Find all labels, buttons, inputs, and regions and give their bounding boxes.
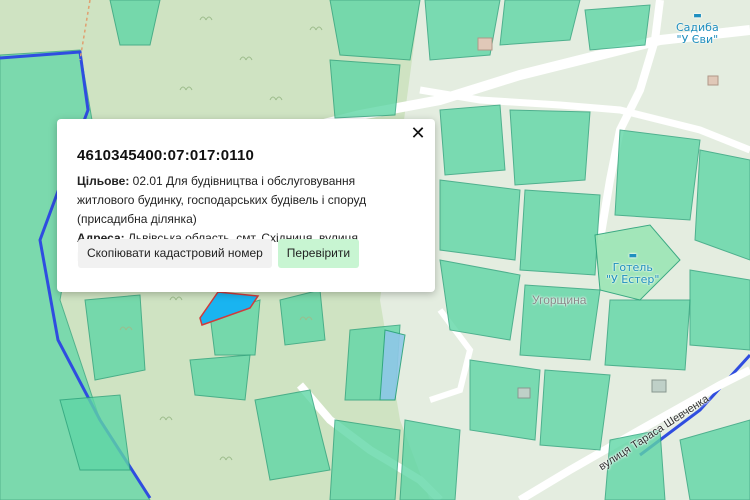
hotel-icon: ▬ <box>693 11 702 21</box>
parcel[interactable] <box>329 59 401 119</box>
purpose-row: Цільове: 02.01 Для будівництва і обслуго… <box>77 172 415 229</box>
parcel[interactable] <box>189 354 251 401</box>
parcel[interactable] <box>694 149 750 261</box>
purpose-label: Цільове: <box>77 174 130 188</box>
parcel[interactable] <box>689 269 750 351</box>
parcel[interactable] <box>584 4 651 51</box>
parcel[interactable] <box>469 359 541 441</box>
hotel-icon: ▬ <box>628 251 637 261</box>
building <box>651 379 667 393</box>
parcel-info-popup: ✕ 4610345400:07:017:0110 Цільове: 02.01 … <box>57 119 435 292</box>
popup-actions: Скопіювати кадастровий номер Перевірити <box>78 239 360 268</box>
poi-sadyba-quote: "У Єви" <box>676 33 719 46</box>
parcel[interactable] <box>604 299 691 371</box>
building <box>477 37 493 51</box>
copy-cadastral-button[interactable]: Скопіювати кадастровий номер <box>78 239 272 268</box>
check-button[interactable]: Перевірити <box>277 239 360 268</box>
close-icon[interactable]: ✕ <box>409 124 427 142</box>
parcel[interactable] <box>509 109 591 186</box>
poi-hotel-label[interactable]: ▬ Готель "У Естер" <box>606 252 659 286</box>
parcel[interactable] <box>84 294 146 381</box>
building <box>707 75 719 86</box>
parcel[interactable] <box>329 419 401 500</box>
parcel[interactable] <box>614 129 701 221</box>
parcel[interactable] <box>499 0 581 46</box>
poi-hotel-quote: "У Естер" <box>606 273 660 286</box>
parcel[interactable] <box>439 104 506 176</box>
cadastral-number: 4610345400:07:017:0110 <box>77 147 255 164</box>
parcel[interactable] <box>439 179 521 261</box>
parcel[interactable] <box>519 189 601 276</box>
building <box>517 387 531 399</box>
place-label: Угорщина <box>532 293 587 307</box>
parcel[interactable] <box>329 0 421 61</box>
poi-sadyba-label[interactable]: ▬ Садиба "У Єви" <box>676 12 719 46</box>
parcel[interactable] <box>424 0 501 61</box>
parcel[interactable] <box>539 369 611 451</box>
parcel[interactable] <box>399 419 461 500</box>
